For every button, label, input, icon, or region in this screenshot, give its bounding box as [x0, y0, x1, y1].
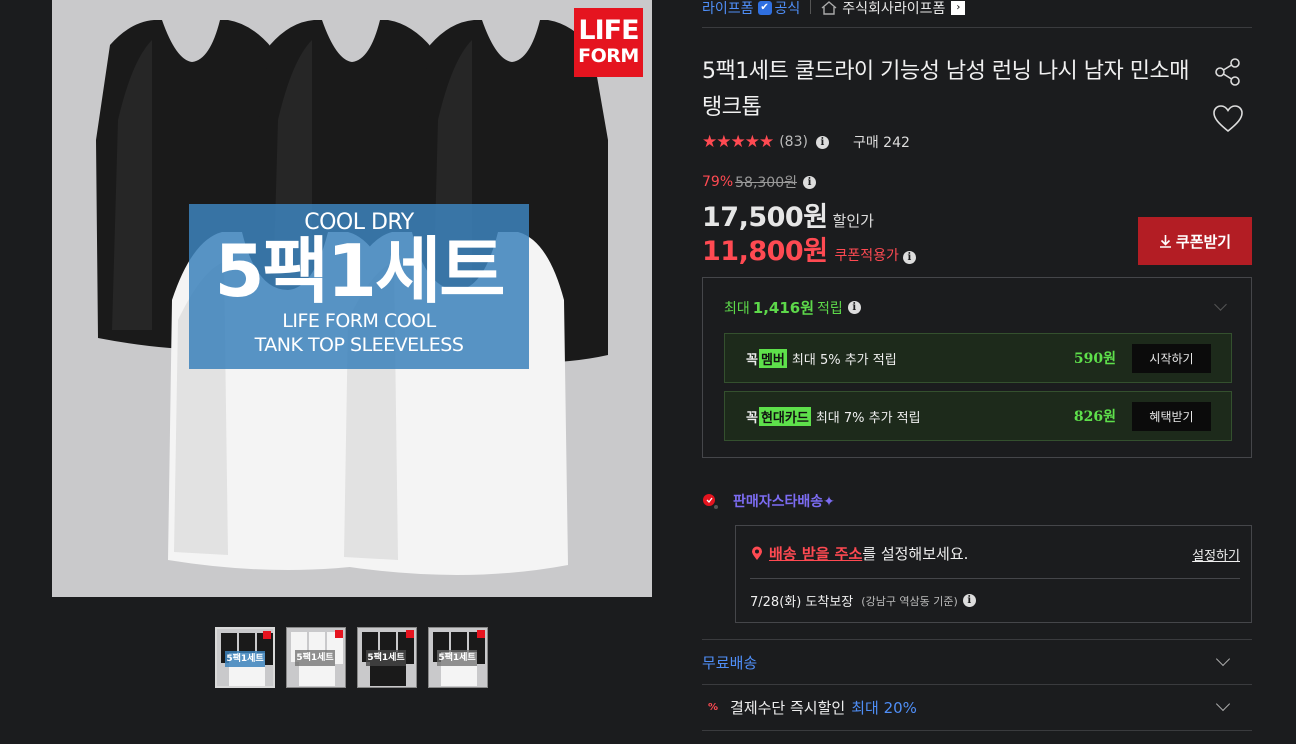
- eta-row: 7/28(화) 도착보장 (강남구 역삼동 기준) i: [750, 591, 976, 610]
- coupon-price: 11,800원: [702, 236, 828, 267]
- review-count[interactable]: (83): [779, 134, 808, 150]
- thumbnail-logo: [263, 631, 271, 639]
- logo-line2: FORM: [578, 45, 639, 67]
- payment-label: 결제수단 즉시할인: [730, 699, 846, 717]
- thumbnail-logo: [477, 630, 485, 638]
- payment-highlight: 최대 20%: [851, 699, 917, 717]
- banner-line4: TANK TOP SLEEVELESS: [254, 334, 464, 356]
- eta-note: (강남구 역삼동 기준): [861, 594, 958, 608]
- points-row-card: 꼭 현대카드 최대 7% 추가 적립 826원 혜택받기: [724, 391, 1232, 441]
- divider: [702, 639, 1252, 640]
- address-link[interactable]: 배송 받을 주소: [769, 543, 862, 564]
- divider: [702, 730, 1252, 731]
- brand-link[interactable]: 라이프폼: [702, 0, 754, 18]
- points-suffix: 적립: [817, 300, 843, 317]
- get-coupon-label: 쿠폰받기: [1175, 233, 1232, 251]
- points-amount: 1,416원: [752, 299, 815, 317]
- discount-percent: 79%: [702, 174, 734, 190]
- points-row-amount: 826원: [1073, 409, 1116, 425]
- get-coupon-button[interactable]: 쿠폰받기: [1138, 217, 1252, 265]
- thumbnail-tag: 5팩1세트: [295, 650, 335, 666]
- original-price-row: 79% 58,300원 i: [702, 172, 816, 192]
- points-row-desc: 최대 7% 추가 적립: [815, 410, 921, 426]
- delivery-header: 판매자스타배송✦: [702, 491, 835, 511]
- kk-label: 꼭: [746, 410, 758, 426]
- percent-icon: %: [708, 702, 719, 713]
- location-pin-icon: [752, 546, 762, 560]
- kk-label: 꼭: [746, 352, 758, 368]
- purchase-count: 구매 242: [852, 135, 910, 151]
- thumbnail-logo: [335, 630, 343, 638]
- info-icon[interactable]: i: [962, 594, 976, 607]
- address-suffix: 를 설정해보세요.: [862, 545, 969, 563]
- coupon-price-row: 11,800원 쿠폰적용가 i: [702, 229, 916, 268]
- info-icon[interactable]: i: [847, 301, 861, 314]
- delivery-truck-icon: [703, 494, 718, 509]
- brand-logo: LIFE FORM: [574, 8, 643, 77]
- points-row-amount: 590원: [1073, 351, 1116, 367]
- rating-row: ★★★★★ (83) i 구매 242: [702, 131, 910, 153]
- star-delivery-label: 판매자스타배송✦: [733, 494, 835, 510]
- product-details: 라이프폼 ✔ 공식 주식회사라이프폼 › 5팩1세트 쿨드라이 기능성 남성 런…: [702, 0, 1252, 744]
- heart-icon[interactable]: [1212, 104, 1244, 134]
- payment-discount-row[interactable]: % 결제수단 즉시할인 최대 20%: [702, 697, 917, 718]
- set-address-link[interactable]: 설정하기: [1192, 545, 1240, 564]
- thumbnail-1[interactable]: 5팩1세트: [215, 627, 275, 688]
- membership-badge: 멤버: [758, 348, 787, 368]
- thumbnail-tag: 5팩1세트: [225, 651, 265, 667]
- thumbnail-3[interactable]: 5팩1세트: [357, 627, 417, 688]
- info-icon[interactable]: i: [815, 135, 829, 149]
- main-product-image: LIFE FORM COOL DRY 5팩1세트 LIFE FORM COOL …: [52, 0, 652, 597]
- product-title: 5팩1세트 쿨드라이 기능성 남성 런닝 나시 남자 민소매 탱크톱: [702, 59, 1190, 120]
- thumbnail-logo: [406, 630, 414, 638]
- get-benefit-button[interactable]: 혜택받기: [1132, 401, 1211, 431]
- divider: [750, 578, 1240, 579]
- share-icon[interactable]: [1212, 56, 1244, 88]
- card-badge: 현대카드: [758, 406, 811, 426]
- thumbnail-list: 5팩1세트 5팩1세트 5팩1세트 5팩1세트: [215, 627, 488, 688]
- promo-banner: COOL DRY 5팩1세트 LIFE FORM COOL TANK TOP S…: [189, 204, 529, 369]
- original-price: 58,300원: [735, 175, 797, 191]
- store-name: 주식회사라이프폼: [842, 1, 946, 17]
- delivery-box: 배송 받을 주소 를 설정해보세요. 설정하기 7/28(화) 도착보장 (강남…: [735, 525, 1252, 623]
- sale-price-label: 할인가: [832, 212, 874, 230]
- start-membership-button[interactable]: 시작하기: [1132, 343, 1211, 373]
- points-panel: 최대 1,416원 적립 i 꼭 멤버 최대 5% 추가 적립 590원 시작하…: [702, 277, 1252, 458]
- chevron-right-icon: ›: [951, 1, 966, 15]
- verified-check-icon: ✔: [757, 1, 772, 15]
- chevron-down-icon[interactable]: [1214, 298, 1227, 311]
- download-icon: [1159, 235, 1171, 248]
- official-badge: ✔ 공식: [757, 0, 801, 18]
- coupon-price-label: 쿠폰적용가: [834, 248, 899, 264]
- info-icon[interactable]: i: [902, 251, 916, 264]
- thumbnail-2[interactable]: 5팩1세트: [286, 627, 346, 688]
- free-shipping-label[interactable]: 무료배송: [702, 652, 757, 673]
- store-link[interactable]: 주식회사라이프폼 ›: [821, 0, 966, 18]
- logo-line1: LIFE: [578, 15, 639, 46]
- official-label: 공식: [774, 1, 801, 17]
- address-prompt: 배송 받을 주소 를 설정해보세요.: [751, 543, 968, 564]
- info-icon[interactable]: i: [803, 175, 816, 189]
- thumbnail-4[interactable]: 5팩1세트: [428, 627, 488, 688]
- thumbnail-tag: 5팩1세트: [437, 650, 477, 666]
- brand-bar: 라이프폼 ✔ 공식 주식회사라이프폼 ›: [702, 0, 1252, 28]
- divider: [810, 0, 812, 14]
- points-row-membership: 꼭 멤버 최대 5% 추가 적립 590원 시작하기: [724, 333, 1232, 383]
- thumbnail-tag: 5팩1세트: [366, 650, 406, 666]
- star-rating-icon: ★★★★★: [702, 132, 774, 152]
- banner-line2: 5팩1세트: [214, 229, 506, 313]
- points-summary: 최대 1,416원 적립 i: [724, 297, 861, 318]
- chevron-down-icon[interactable]: [1215, 696, 1231, 712]
- chevron-down-icon[interactable]: [1215, 651, 1231, 667]
- eta-date: 7/28(화) 도착보장: [750, 595, 854, 610]
- points-prefix: 최대: [724, 300, 750, 317]
- divider: [702, 684, 1252, 685]
- points-row-desc: 최대 5% 추가 적립: [791, 352, 897, 368]
- home-icon: [821, 1, 837, 15]
